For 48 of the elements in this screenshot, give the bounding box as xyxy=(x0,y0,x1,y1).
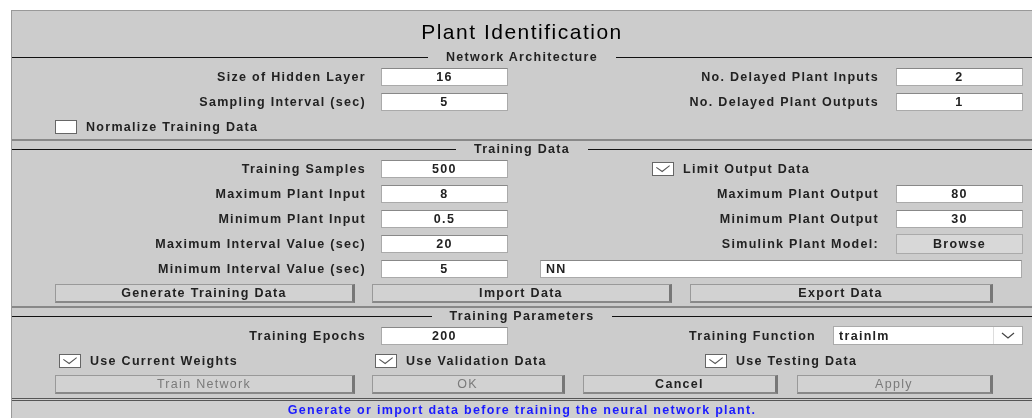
checkbox[interactable] xyxy=(55,119,77,134)
dropdown[interactable]: trainlm xyxy=(833,326,1023,345)
field-label: Maximum Plant Input xyxy=(214,186,366,201)
checkbox[interactable] xyxy=(652,161,674,176)
button[interactable]: Cancel xyxy=(583,374,778,394)
section-title: Training Data xyxy=(472,142,572,156)
input-field[interactable]: 80 xyxy=(896,184,1023,203)
dialog-title: Plant Identification xyxy=(420,19,624,45)
input-field[interactable]: 200 xyxy=(381,326,508,345)
input-field[interactable]: 8 xyxy=(381,184,508,203)
field-label: Simulink Plant Model: xyxy=(720,236,879,251)
button[interactable]: Import Data xyxy=(372,284,672,303)
checkbox[interactable] xyxy=(375,353,397,368)
status-message: Generate or import data before training the neural network plant. xyxy=(287,403,757,417)
checkbox[interactable] xyxy=(59,353,81,368)
input-field[interactable]: 2 xyxy=(896,67,1023,86)
checkbox-label: Use Testing Data xyxy=(736,353,858,368)
input-field[interactable]: 5 xyxy=(381,259,508,278)
field-label: Training Epochs xyxy=(248,328,366,343)
field-label: No. Delayed Plant Outputs xyxy=(688,94,879,109)
field-label: Minimum Plant Output xyxy=(718,211,879,226)
checkbox-label: Limit Output Data xyxy=(683,161,810,176)
checkbox-label: Use Validation Data xyxy=(406,353,547,368)
field-label: Minimum Plant Input xyxy=(217,211,366,226)
checkbox[interactable] xyxy=(705,353,727,368)
field-label: Size of Hidden Layer xyxy=(216,69,366,84)
button[interactable]: Generate Training Data xyxy=(55,284,355,303)
field-label: No. Delayed Plant Inputs xyxy=(700,69,879,84)
input-field[interactable]: 5 xyxy=(381,92,508,111)
field-label: Training Samples xyxy=(240,161,366,176)
browse-button[interactable]: Browse xyxy=(896,233,1023,254)
input-field[interactable]: 1 xyxy=(896,92,1023,111)
input-field[interactable]: 16 xyxy=(381,67,508,86)
field-label: Sampling Interval (sec) xyxy=(198,94,366,109)
section-title: Training Parameters xyxy=(448,309,596,323)
checkbox-label: Normalize Training Data xyxy=(86,119,259,134)
field-label: Minimum Interval Value (sec) xyxy=(157,261,366,276)
input-field[interactable]: 20 xyxy=(381,234,508,253)
checkbox-label: Use Current Weights xyxy=(90,353,239,368)
field-label: Maximum Interval Value (sec) xyxy=(154,236,366,251)
section-title: Network Architecture xyxy=(445,50,599,64)
button[interactable]: Export Data xyxy=(690,284,993,303)
field-label: Maximum Plant Output xyxy=(715,186,879,201)
field-label: Training Function xyxy=(688,328,816,343)
input-field[interactable]: 30 xyxy=(896,209,1023,228)
input-field[interactable]: 500 xyxy=(381,159,508,178)
input-field[interactable]: 0.5 xyxy=(381,209,508,228)
input-field[interactable]: NN xyxy=(540,259,1022,278)
